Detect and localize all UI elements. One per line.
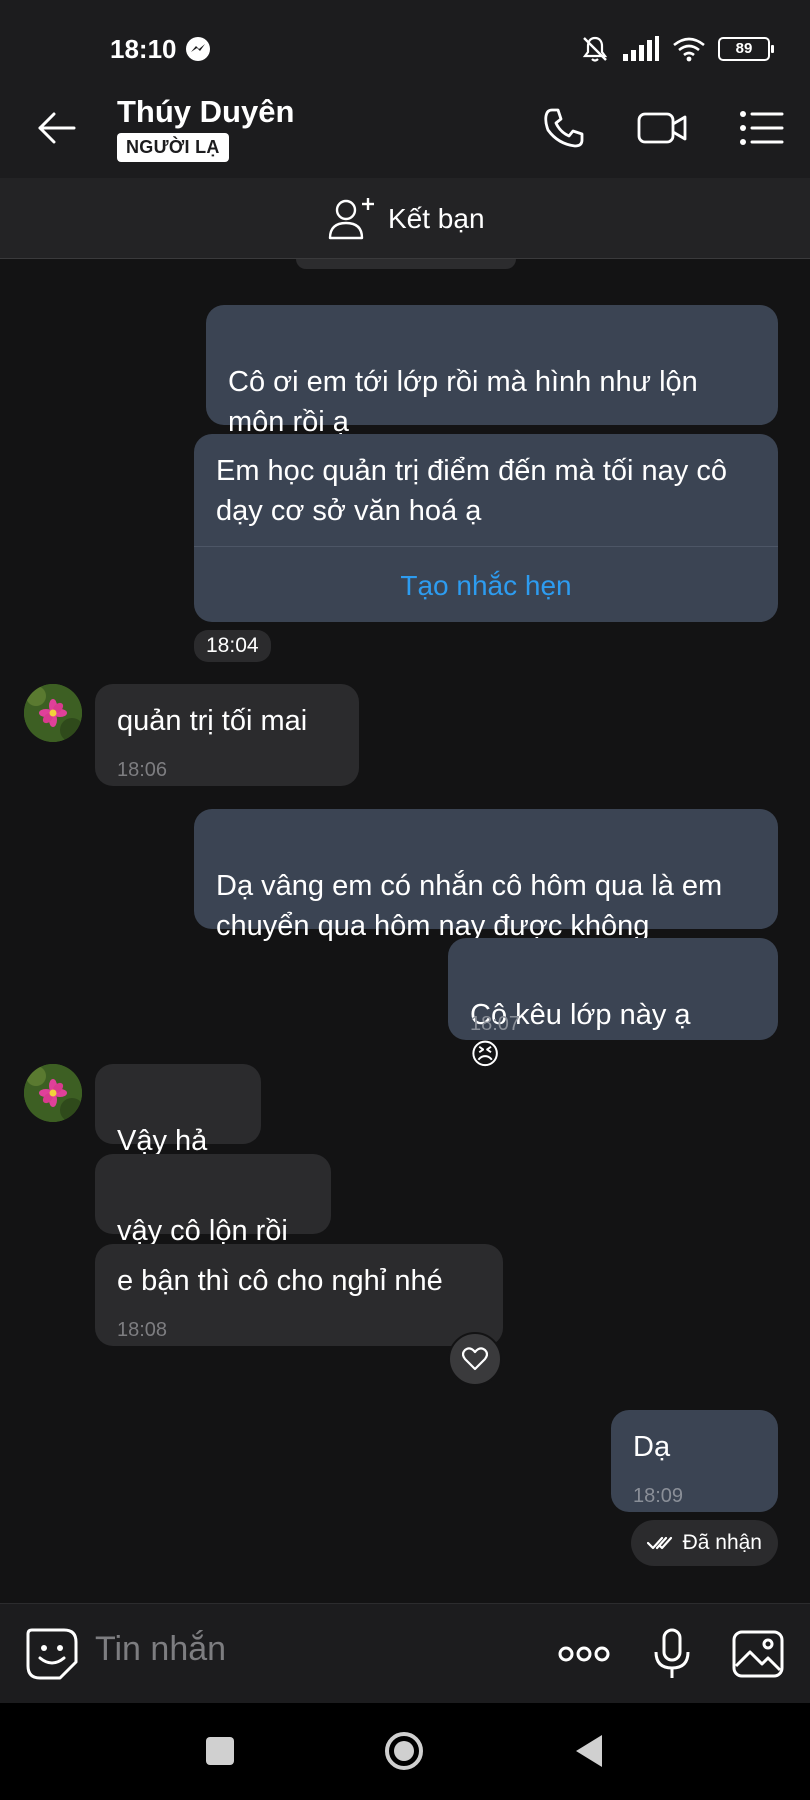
message-incoming-2[interactable]: Vậy hả [95, 1064, 261, 1157]
add-friend-bar[interactable]: Kết bạn [0, 178, 810, 259]
message-time: 18:07 [470, 1013, 521, 1035]
stranger-badge: NGƯỜI LẠ [117, 133, 229, 162]
back-arrow-icon[interactable] [32, 104, 80, 152]
recent-apps-icon[interactable] [200, 1731, 240, 1771]
bubble-divider [194, 546, 778, 547]
previous-message-edge [296, 259, 516, 269]
home-icon[interactable] [384, 1731, 424, 1771]
message-text: Dạ [633, 1431, 671, 1463]
add-person-icon [328, 198, 374, 240]
back-nav-icon[interactable] [570, 1731, 610, 1771]
create-reminder-link[interactable]: Tạo nhắc hẹn [194, 566, 778, 606]
message-text: Dạ vâng em có nhắn cô hôm qua là em chuy… [216, 870, 723, 942]
message-text: vậy cô lộn rồi [117, 1215, 288, 1247]
battery-indicator: 89 [718, 37, 774, 61]
menu-list-icon[interactable] [736, 102, 788, 154]
status-bar: 18:10 89 [0, 0, 810, 78]
message-incoming-3[interactable]: vậy cô lộn rồi [95, 1154, 331, 1247]
bell-muted-icon [582, 36, 608, 62]
signal-icon [623, 36, 659, 61]
video-camera-icon[interactable] [636, 102, 688, 154]
avatar[interactable] [24, 684, 82, 742]
system-navigation-bar [0, 1703, 810, 1800]
message-outgoing-4[interactable]: Cô kêu lớp này ạ 😣 18:07 [448, 938, 778, 1071]
wifi-icon [673, 37, 705, 62]
message-incoming-4[interactable]: e bận thì cô cho nghỉ nhé 18:08 [95, 1244, 503, 1346]
messenger-notification-icon [186, 37, 210, 61]
message-time: 18:06 [117, 759, 168, 781]
message-composer: Tin nhắn [0, 1603, 810, 1704]
message-outgoing-2[interactable]: Em học quản trị điểm đến mà tối nay cô d… [194, 434, 778, 622]
status-time: 18:10 [110, 34, 177, 64]
message-text: e bận thì cô cho nghỉ nhé [117, 1265, 443, 1297]
message-text: Vậy hả [117, 1125, 208, 1157]
microphone-icon[interactable] [644, 1626, 700, 1682]
message-incoming-1[interactable]: quản trị tối mai 18:06 [95, 684, 359, 786]
message-text: Cô ơi em tới lớp rồi mà hình như lộn môn… [228, 366, 698, 438]
phone-icon[interactable] [538, 102, 590, 154]
delivery-status-label: Đã nhận [682, 1531, 762, 1554]
message-text: quản trị tối mai [117, 705, 308, 737]
avatar[interactable] [24, 1064, 82, 1122]
gallery-icon[interactable] [730, 1626, 786, 1682]
add-friend-label: Kết bạn [388, 203, 485, 234]
message-outgoing-3[interactable]: Dạ vâng em có nhắn cô hôm qua là em chuy… [194, 809, 778, 942]
emoji-sticker-icon[interactable] [24, 1626, 80, 1682]
message-text: Em học quản trị điểm đến mà tối nay cô d… [216, 455, 727, 527]
delivery-status: Đã nhận [630, 1520, 778, 1566]
more-dots-icon[interactable] [556, 1626, 612, 1682]
double-check-icon [646, 1536, 672, 1550]
time-chip: 18:04 [194, 630, 271, 662]
react-heart-button[interactable] [448, 1332, 502, 1386]
conversation-header: Thúy Duyên NGƯỜI LẠ [0, 78, 810, 178]
message-time: 18:09 [633, 1485, 684, 1507]
message-time: 18:08 [117, 1319, 168, 1341]
message-outgoing-1[interactable]: Cô ơi em tới lớp rồi mà hình như lộn môn… [206, 305, 778, 438]
heart-icon [462, 1347, 488, 1371]
contact-name[interactable]: Thúy Duyên [117, 94, 294, 130]
message-outgoing-5[interactable]: Dạ 18:09 [611, 1410, 778, 1512]
message-input[interactable]: Tin nhắn [95, 1630, 226, 1669]
